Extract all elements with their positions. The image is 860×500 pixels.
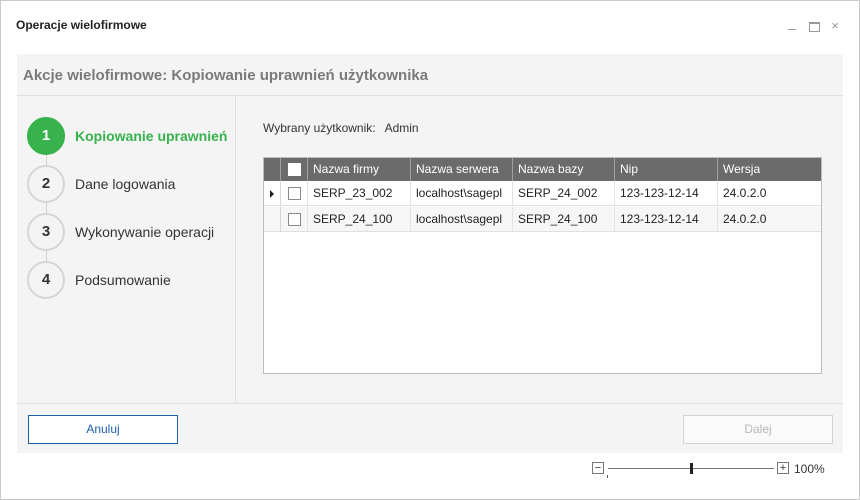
grid-header: Nazwa firmy Nazwa serwera Nazwa bazy Nip…: [264, 158, 821, 181]
step-label: Wykonywanie operacji: [75, 224, 215, 240]
cell-nip: 123-123-12-14: [615, 181, 718, 206]
cell-nazwa-bazy: SERP_24_002: [513, 181, 615, 206]
maximize-icon[interactable]: [806, 18, 822, 34]
step-kopiowanie-uprawnien: 1 Kopiowanie uprawnień: [27, 117, 232, 155]
row-checkbox[interactable]: [288, 187, 301, 200]
step-dane-logowania: 2 Dane logowania: [27, 165, 232, 203]
step-number: 1: [27, 117, 65, 155]
column-header-nazwa-serwera[interactable]: Nazwa serwera: [411, 158, 513, 181]
cell-nazwa-serwera: localhost\sagepl: [411, 207, 513, 232]
table-row[interactable]: SERP_24_100 localhost\sagepl SERP_24_100…: [264, 207, 821, 232]
row-select-cell: [281, 181, 308, 206]
minimize-icon[interactable]: [784, 18, 800, 34]
window-title: Operacje wielofirmowe: [16, 18, 147, 32]
zoom-in-button[interactable]: +: [777, 462, 789, 474]
selected-user-label: Wybrany użytkownik:: [263, 121, 376, 135]
zoom-level: 100%: [794, 462, 825, 476]
row-indicator-header: [264, 158, 281, 181]
step-number: 3: [27, 213, 65, 251]
main-window: Operacje wielofirmowe × Akcje wielofirmo…: [0, 0, 860, 500]
cancel-button[interactable]: Anuluj: [28, 415, 178, 444]
step-label: Podsumowanie: [75, 272, 171, 288]
row-indicator: [264, 207, 281, 232]
step-label: Dane logowania: [75, 176, 176, 192]
select-all-checkbox[interactable]: [288, 163, 301, 176]
selected-user-value: Admin: [384, 121, 419, 135]
cell-wersja: 24.0.2.0: [723, 212, 767, 226]
cell-nazwa-bazy: SERP_24_100: [513, 207, 615, 232]
cell-nazwa-firmy: SERP_23_002: [308, 181, 411, 206]
zoom-tick-mark: [607, 475, 608, 478]
select-all-column: [281, 158, 308, 181]
steps-sidebar: 1 Kopiowanie uprawnień 2 Dane logowania …: [17, 97, 236, 403]
zoom-control: − + 100%: [592, 462, 832, 478]
row-select-cell: [281, 207, 308, 232]
step-number: 2: [27, 165, 65, 203]
step-number: 4: [27, 261, 65, 299]
close-icon[interactable]: ×: [827, 18, 843, 34]
cell-nazwa-serwera: localhost\sagepl: [411, 181, 513, 206]
cell-wersja: 24.0.2.0: [723, 186, 767, 200]
column-header-wersja[interactable]: Wersja: [718, 158, 821, 181]
wizard-header: Akcje wielofirmowe: Kopiowanie uprawnień…: [17, 54, 843, 96]
wizard-panel: Akcje wielofirmowe: Kopiowanie uprawnień…: [17, 54, 843, 453]
title-bar: Operacje wielofirmowe ×: [1, 1, 859, 51]
wizard-content: Wybrany użytkownik: Admin Nazwa firmy Naz…: [237, 97, 843, 403]
selected-user: Wybrany użytkownik: Admin: [263, 121, 419, 135]
cell-nazwa-firmy: SERP_24_100: [308, 207, 411, 232]
row-indicator: [264, 181, 281, 206]
table-row[interactable]: SERP_23_002 localhost\sagepl SERP_24_002…: [264, 181, 821, 206]
cell-nip: 123-123-12-14: [615, 207, 718, 232]
step-label: Kopiowanie uprawnień: [75, 128, 228, 144]
next-button[interactable]: Dalej: [683, 415, 833, 444]
column-header-nip[interactable]: Nip: [615, 158, 718, 181]
zoom-slider-thumb[interactable]: [690, 463, 693, 474]
page-title: Akcje wielofirmowe: Kopiowanie uprawnień…: [23, 67, 429, 84]
companies-grid: Nazwa firmy Nazwa serwera Nazwa bazy Nip…: [263, 157, 822, 374]
step-wykonywanie-operacji: 3 Wykonywanie operacji: [27, 213, 232, 251]
zoom-out-button[interactable]: −: [592, 462, 604, 474]
wizard-footer: Anuluj Dalej: [17, 403, 843, 453]
column-header-nazwa-firmy[interactable]: Nazwa firmy: [308, 158, 411, 181]
row-checkbox[interactable]: [288, 213, 301, 226]
current-row-arrow-icon: [270, 190, 274, 198]
column-header-nazwa-bazy[interactable]: Nazwa bazy: [513, 158, 615, 181]
step-podsumowanie: 4 Podsumowanie: [27, 261, 232, 299]
